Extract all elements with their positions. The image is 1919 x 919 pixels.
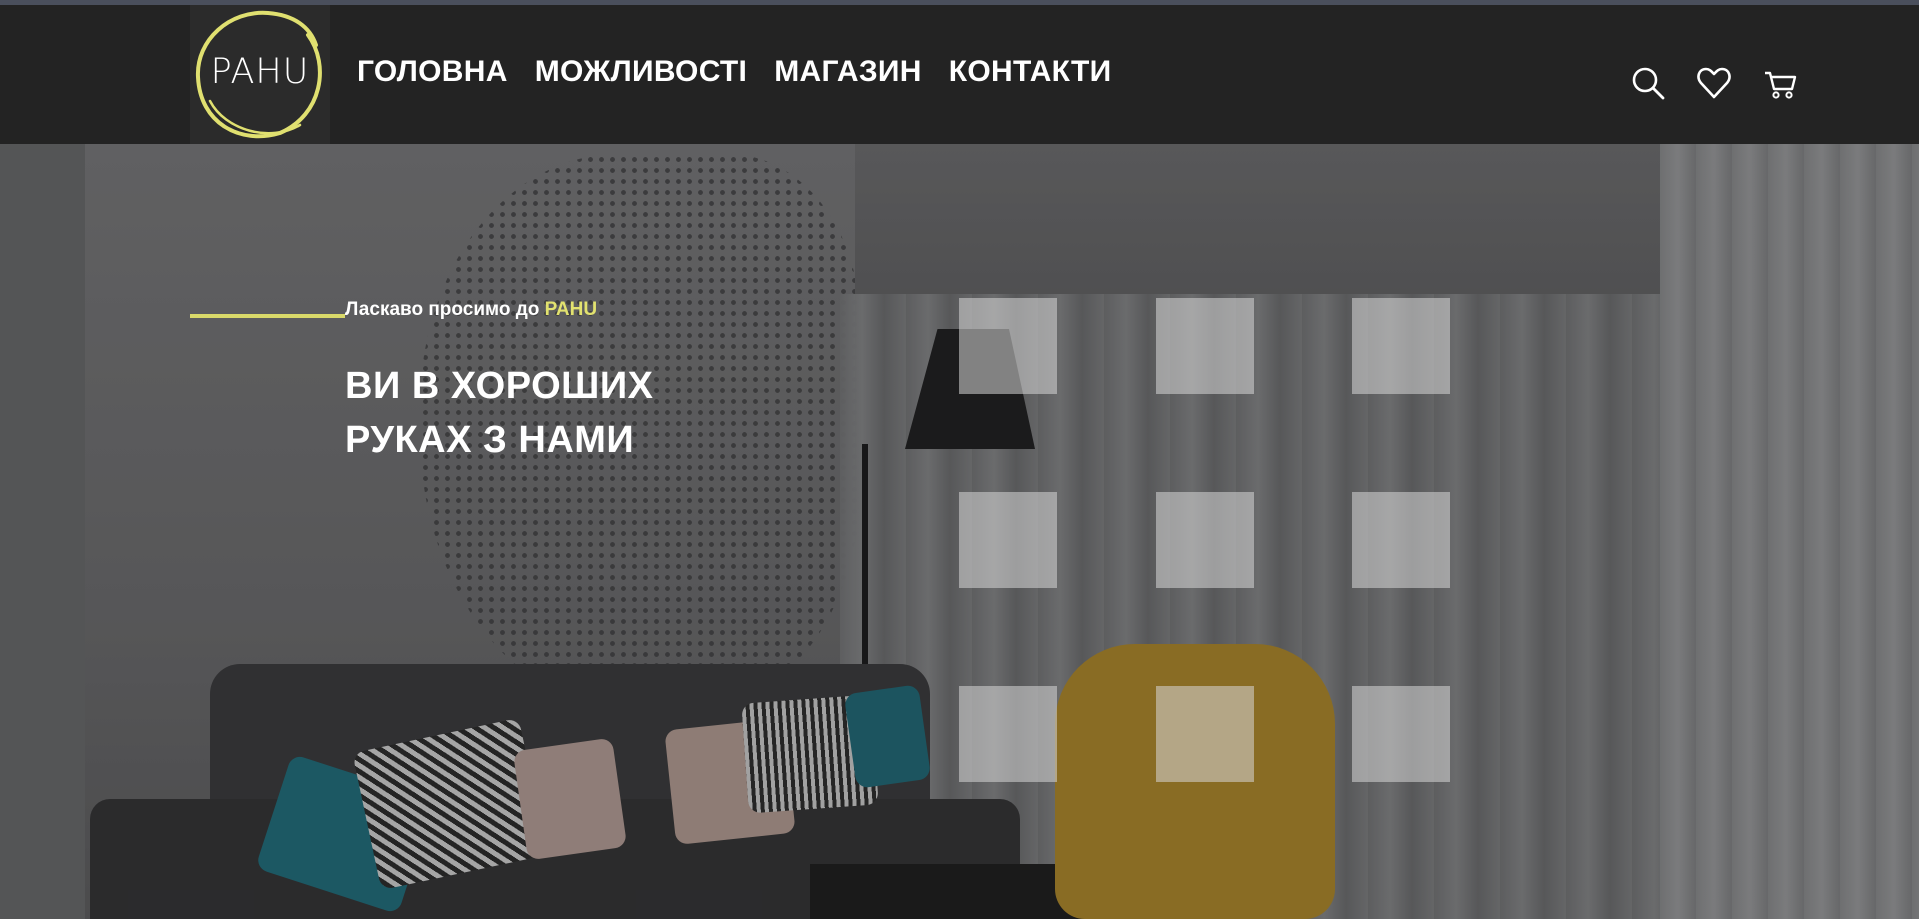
main-nav: ГОЛОВНА МОЖЛИВОСТІ МАГАЗИН КОНТАКТИ — [357, 55, 1139, 89]
nav-link-home[interactable]: ГОЛОВНА — [357, 55, 508, 89]
grid-square[interactable] — [1156, 686, 1254, 782]
grid-square[interactable] — [1156, 298, 1254, 394]
heart-icon[interactable] — [1696, 65, 1732, 101]
grid-square[interactable] — [1352, 492, 1450, 588]
cart-icon[interactable] — [1762, 65, 1798, 101]
navbar: PAHU ГОЛОВНА МОЖЛИВОСТІ МАГАЗИН КОНТАКТИ — [0, 5, 1919, 144]
search-icon[interactable] — [1630, 65, 1666, 101]
nav-link-contacts[interactable]: КОНТАКТИ — [949, 55, 1112, 89]
hero-section: Ласкаво просимо до PAHU ВИ В ХОРОШИХ РУК… — [0, 144, 1919, 919]
grid-square[interactable] — [1352, 686, 1450, 782]
grid-square[interactable] — [959, 298, 1057, 394]
headline-line-1: ВИ В ХОРОШИХ — [345, 365, 654, 407]
welcome-accent-line — [190, 314, 345, 318]
welcome-text: Ласкаво просимо до PAHU — [345, 299, 597, 321]
headline-line-2: РУКАХ З НАМИ — [345, 419, 635, 461]
grid-square[interactable] — [959, 686, 1057, 782]
grid-square[interactable] — [1352, 298, 1450, 394]
welcome-prefix: Ласкаво просимо до — [345, 299, 540, 320]
grid-square[interactable] — [1156, 492, 1254, 588]
logo[interactable]: PAHU — [190, 5, 330, 144]
nav-link-features[interactable]: МОЖЛИВОСТІ — [535, 55, 748, 89]
logo-text: PAHU — [210, 52, 310, 92]
nav-link-shop[interactable]: МАГАЗИН — [774, 55, 922, 89]
nav-icons — [1630, 65, 1798, 101]
grid-square[interactable] — [959, 492, 1057, 588]
hero-headline: ВИ В ХОРОШИХ РУКАХ З НАМИ — [345, 359, 653, 467]
welcome-brand: PAHU — [544, 299, 598, 320]
